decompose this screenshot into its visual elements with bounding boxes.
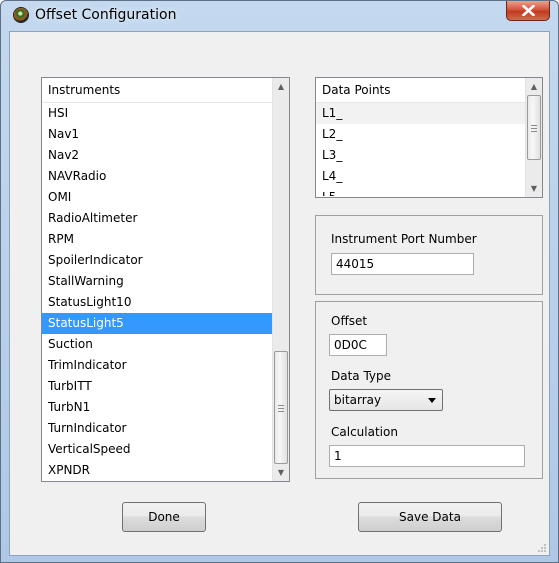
done-button[interactable]: Done — [122, 502, 206, 532]
instruments-scrollbar-thumb[interactable] — [274, 351, 288, 464]
data-type-value: bitarray — [334, 393, 382, 407]
scroll-up-arrow-icon[interactable]: ▲ — [273, 78, 289, 95]
data-points-scrollbar[interactable]: ▲ ▼ — [525, 78, 542, 197]
data-points-scrollbar-thumb[interactable] — [527, 95, 541, 160]
list-item[interactable]: NAVRadio — [42, 166, 289, 187]
list-item[interactable]: Nav1 — [42, 124, 289, 145]
title-bar[interactable]: Offset Configuration — [1, 1, 558, 31]
list-item[interactable]: TurnIndicator — [42, 418, 289, 439]
dialog-client-area: Instruments HSI Nav1 Nav2 NAVRadio OMI RadioA… — [9, 31, 550, 556]
offset-label: Offset — [331, 314, 368, 328]
port-group: Instrument Port Number 44015 — [315, 215, 543, 295]
list-item[interactable]: L5_ — [316, 187, 542, 196]
list-item[interactable]: StatusLight5 — [42, 313, 289, 334]
data-type-select[interactable]: bitarray — [329, 389, 443, 411]
window-title: Offset Configuration — [35, 7, 177, 23]
instruments-list[interactable]: Instruments HSI Nav1 Nav2 NAVRadio OMI RadioA… — [41, 77, 290, 482]
list-item[interactable]: TurbITT — [42, 376, 289, 397]
list-item[interactable]: StatusLight10 — [42, 292, 289, 313]
list-item[interactable]: TrimIndicator — [42, 355, 289, 376]
scroll-grip — [278, 411, 284, 412]
instruments-list-items: HSI Nav1 Nav2 NAVRadio OMI RadioAltimeter RPM S… — [42, 103, 289, 474]
scroll-grip — [278, 405, 284, 406]
close-icon — [522, 5, 535, 16]
offset-field[interactable]: 0D0C — [329, 334, 387, 356]
resize-grip-icon[interactable] — [537, 543, 547, 553]
list-item[interactable]: RadioAltimeter — [42, 208, 289, 229]
calculation-label: Calculation — [331, 425, 398, 439]
calculation-field[interactable]: 1 — [329, 445, 525, 467]
list-item[interactable]: Nav2 — [42, 145, 289, 166]
app-logo-icon — [14, 8, 28, 22]
instruments-list-header: Instruments — [42, 78, 289, 103]
scroll-up-arrow-icon[interactable]: ▲ — [526, 78, 542, 95]
offset-group: Offset 0D0C Data Type bitarray Calculati… — [315, 301, 543, 479]
scroll-grip — [531, 125, 537, 126]
list-item[interactable]: TurbN1 — [42, 397, 289, 418]
scroll-down-arrow-icon[interactable]: ▼ — [526, 180, 542, 197]
list-item[interactable]: OMI — [42, 187, 289, 208]
dialog-window: Offset Configuration Instruments HSI Nav1… — [0, 0, 559, 563]
scroll-down-arrow-icon[interactable]: ▼ — [273, 464, 289, 481]
scroll-grip — [531, 131, 537, 132]
close-button[interactable] — [506, 1, 550, 21]
data-points-list-header: Data Points — [316, 78, 542, 103]
data-points-list[interactable]: Data Points L1_L2_L3_L4_L5_ ▲ ▼ — [315, 77, 543, 198]
list-item[interactable]: L1_ — [316, 103, 542, 124]
port-number-field[interactable]: 44015 — [331, 253, 474, 275]
port-label: Instrument Port Number — [331, 232, 477, 246]
list-item[interactable]: XPNDR — [42, 460, 289, 474]
save-data-button[interactable]: Save Data — [358, 502, 502, 532]
list-item[interactable]: L4_ — [316, 166, 542, 187]
list-item[interactable]: Suction — [42, 334, 289, 355]
instruments-scrollbar[interactable]: ▲ ▼ — [272, 78, 289, 481]
data-type-label: Data Type — [331, 369, 392, 383]
scroll-grip — [278, 408, 284, 409]
list-item[interactable]: RPM — [42, 229, 289, 250]
list-item[interactable]: L2_ — [316, 124, 542, 145]
list-item[interactable]: StallWarning — [42, 271, 289, 292]
data-points-list-items: L1_L2_L3_L4_L5_ — [316, 103, 542, 196]
dropdown-caret-icon — [428, 398, 436, 403]
list-item[interactable]: L3_ — [316, 145, 542, 166]
list-item[interactable]: SpoilerIndicator — [42, 250, 289, 271]
list-item[interactable]: VerticalSpeed — [42, 439, 289, 460]
list-item[interactable]: HSI — [42, 103, 289, 124]
scroll-grip — [531, 128, 537, 129]
